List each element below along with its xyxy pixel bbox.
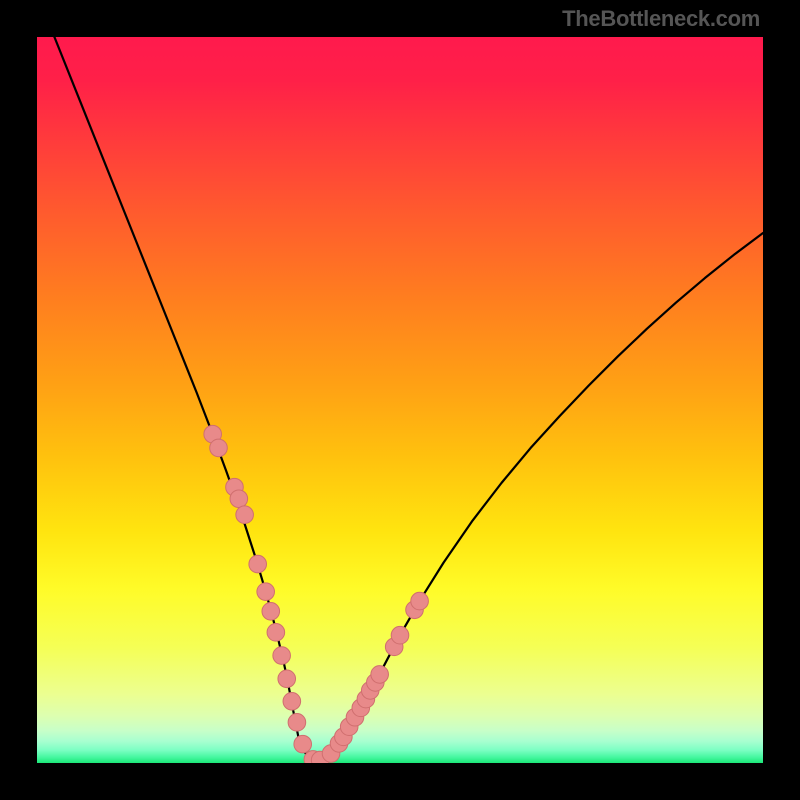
data-dot — [262, 602, 280, 620]
data-dot — [267, 624, 285, 642]
data-dot — [283, 692, 301, 710]
data-dot — [294, 735, 312, 753]
data-dot — [273, 647, 291, 665]
chart-frame: TheBottleneck.com — [0, 0, 800, 800]
attribution-label: TheBottleneck.com — [562, 6, 760, 32]
data-dot — [249, 555, 267, 573]
data-dot — [288, 714, 306, 732]
chart-svg — [37, 37, 763, 763]
data-dot — [278, 670, 296, 688]
data-dot — [371, 666, 389, 684]
data-dot — [391, 626, 409, 644]
data-dot — [230, 490, 248, 508]
data-dot — [411, 592, 429, 610]
plot-area — [37, 37, 763, 763]
data-dot — [236, 506, 254, 524]
data-dot — [210, 439, 228, 457]
data-dot — [257, 583, 275, 601]
